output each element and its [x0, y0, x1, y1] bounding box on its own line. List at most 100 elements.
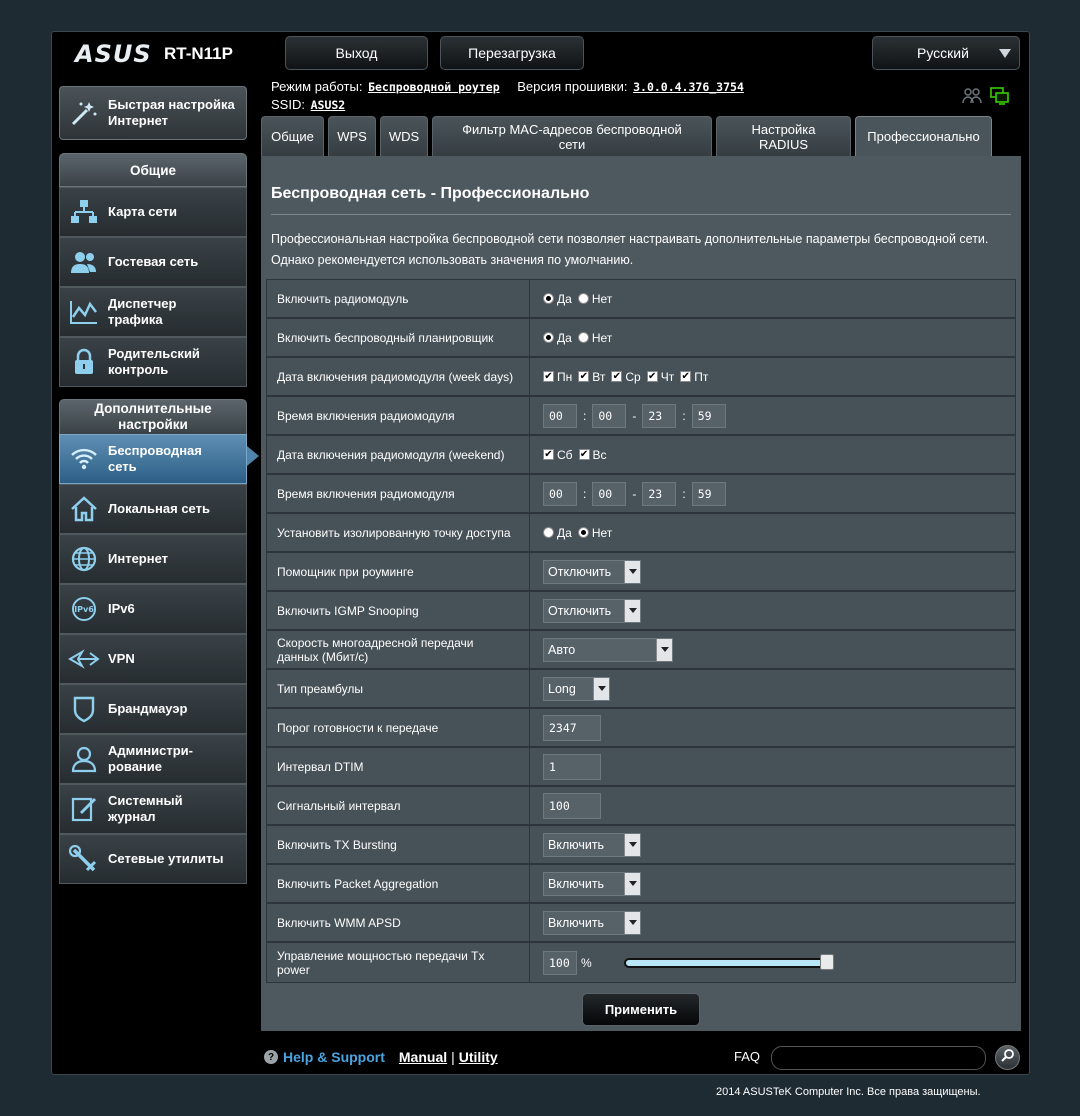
logout-button[interactable]: Выход [285, 36, 428, 70]
network-status-icon[interactable] [990, 87, 1010, 105]
radio-no[interactable] [577, 527, 589, 538]
rts-threshold-input[interactable]: 2347 [543, 714, 601, 741]
tx-power-input[interactable]: 100 [543, 950, 577, 975]
row-label-1: Скорость многоадресной передачи [277, 635, 474, 650]
sidebar-item-system-log[interactable]: Системный журнал [59, 784, 247, 834]
ssid-link[interactable]: ASUS2 [311, 98, 346, 112]
sidebar-item-wireless[interactable]: Беспроводная сеть [59, 434, 247, 484]
end-minute-input[interactable]: 59 [691, 481, 726, 506]
checkbox-tue[interactable]: ✔ [578, 371, 590, 382]
day-label: Пн [557, 369, 573, 384]
magic-wand-icon [60, 98, 108, 128]
sidebar-item-label-1: Родительский [108, 346, 200, 361]
packet-aggregation-select[interactable]: Включить [543, 871, 641, 896]
language-select[interactable]: Русский [872, 36, 1020, 70]
row-label: Включить Packet Aggregation [267, 865, 530, 902]
tab-general[interactable]: Общие [261, 116, 324, 156]
checkbox-fri[interactable]: ✔ [680, 371, 692, 382]
wmm-apsd-select[interactable]: Включить [543, 910, 641, 935]
apply-button[interactable]: Применить [582, 993, 700, 1026]
sidebar-header-general: Общие [59, 153, 247, 187]
firmware-link[interactable]: 3.0.0.4.376_3754 [633, 80, 744, 94]
sidebar-item-network-map[interactable]: Карта сети [59, 187, 247, 237]
end-hour-input[interactable]: 23 [642, 481, 677, 506]
sidebar-item-label: Сетевые утилиты [108, 851, 224, 866]
sidebar-item-guest-network[interactable]: Гостевая сеть [59, 237, 247, 287]
sidebar-item-label-1: Беспроводная [108, 443, 202, 458]
faq-search-input[interactable] [771, 1046, 986, 1070]
row-label: Управление мощностью передачи Tx power [267, 943, 530, 982]
start-hour-input[interactable]: 00 [543, 481, 577, 506]
beacon-interval-input[interactable]: 100 [543, 792, 601, 819]
checkbox-thu[interactable]: ✔ [646, 371, 658, 382]
row-label: Сигнальный интервал [267, 787, 530, 824]
radio-no[interactable] [577, 332, 589, 343]
help-icon: ? [264, 1050, 278, 1064]
radio-no[interactable] [577, 293, 589, 304]
radio-yes-label: Да [557, 291, 572, 306]
clients-icon[interactable] [962, 87, 982, 105]
sidebar-item-lan[interactable]: Локальная сеть [59, 484, 247, 534]
checkbox-sun[interactable]: ✔ [578, 449, 590, 460]
select-value: Отключить [548, 564, 612, 579]
sidebar-item-traffic-manager[interactable]: Диспетчер трафика [59, 287, 247, 337]
radio-yes[interactable] [543, 527, 554, 538]
select-value: Авто [548, 642, 576, 657]
row-beacon: Сигнальный интервал 100 [266, 786, 1016, 825]
sidebar-item-firewall[interactable]: Брандмауэр [59, 684, 247, 734]
tab-wds[interactable]: WDS [380, 116, 428, 156]
search-button[interactable] [995, 1045, 1020, 1070]
tab-mac-filter[interactable]: Фильтр MAC-адресов беспроводной сети [432, 116, 712, 156]
reboot-button[interactable]: Перезагрузка [440, 36, 584, 70]
checkbox-wed[interactable]: ✔ [611, 371, 623, 382]
mode-link[interactable]: Беспроводной роутер [368, 80, 500, 94]
advanced-header-1: Дополнительные [94, 401, 212, 416]
sidebar-item-parental-control[interactable]: Родительский контроль [59, 337, 247, 387]
preamble-select[interactable]: Long [543, 676, 610, 701]
multicast-select[interactable]: Авто [543, 637, 673, 662]
radio-yes[interactable] [543, 293, 554, 304]
shield-icon [60, 695, 108, 723]
quick-setup-button[interactable]: Быстрая настройка Интернет [59, 86, 247, 140]
ipv6-globe-icon: IPv6 [60, 595, 108, 623]
dtim-interval-input[interactable]: 1 [543, 753, 601, 780]
radio-yes[interactable] [543, 332, 554, 343]
day-label: Чт [660, 369, 675, 384]
asus-logo: ASUS [75, 40, 152, 68]
chevron-down-icon [624, 560, 640, 583]
roaming-select[interactable]: Отключить [543, 559, 641, 584]
description-line-2: Однако рекомендуется использовать значен… [271, 253, 634, 267]
tx-bursting-select[interactable]: Включить [543, 832, 641, 857]
start-minute-input[interactable]: 00 [592, 481, 627, 506]
tx-power-slider-track[interactable] [624, 958, 830, 968]
row-enable-scheduler: Включить беспроводный планировщик Да Нет [266, 318, 1016, 357]
checkbox-mon[interactable]: ✔ [543, 371, 554, 382]
tab-radius[interactable]: Настройка RADIUS [716, 116, 851, 156]
sidebar-item-label: VPN [108, 651, 135, 666]
day-label: Вт [592, 369, 606, 384]
end-minute-input[interactable]: 59 [691, 403, 726, 428]
igmp-select[interactable]: Отключить [543, 598, 641, 623]
sidebar-item-network-tools[interactable]: Сетевые утилиты [59, 834, 247, 884]
sidebar-item-ipv6[interactable]: IPv6 IPv6 [59, 584, 247, 634]
sidebar-item-label-2: контроль [108, 362, 169, 377]
tx-power-slider-handle[interactable] [820, 954, 834, 970]
checkbox-sat[interactable]: ✔ [543, 449, 554, 460]
faq-label: FAQ [734, 1049, 761, 1064]
ssid-label: SSID: [271, 97, 305, 112]
tab-professional[interactable]: Профессионально [855, 116, 992, 156]
sidebar-item-vpn[interactable]: VPN [59, 634, 247, 684]
row-label: Установить изолированную точку доступа [267, 514, 530, 551]
manual-link[interactable]: Manual [399, 1049, 447, 1065]
end-hour-input[interactable]: 23 [642, 403, 677, 428]
start-hour-input[interactable]: 00 [543, 403, 577, 428]
sidebar-item-internet[interactable]: Интернет [59, 534, 247, 584]
day-label: Пт [694, 369, 709, 384]
row-label: Интервал DTIM [267, 748, 530, 785]
info-line-ssid: SSID: ASUS2 [271, 97, 345, 112]
sidebar-item-administration[interactable]: Администри- рование [59, 734, 247, 784]
utility-link[interactable]: Utility [459, 1049, 498, 1065]
tab-wps[interactable]: WPS [328, 116, 376, 156]
start-minute-input[interactable]: 00 [592, 403, 627, 428]
svg-text:IPv6: IPv6 [74, 605, 94, 614]
